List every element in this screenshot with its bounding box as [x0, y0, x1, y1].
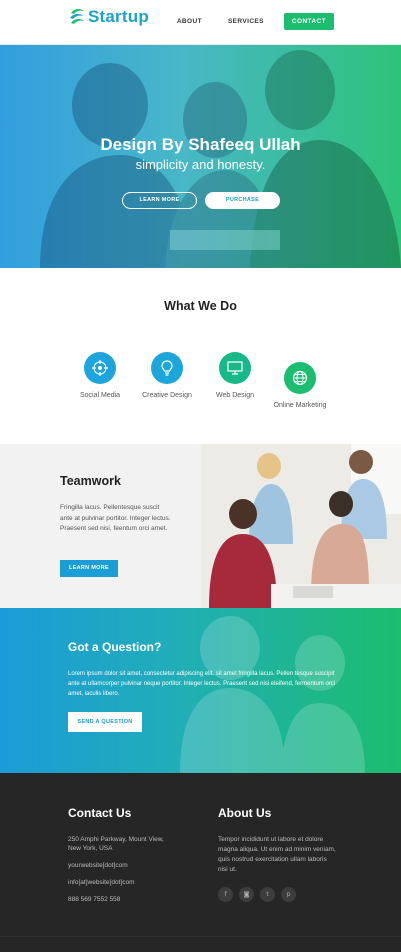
logo[interactable]: Startup [68, 6, 149, 28]
teamwork-section: Teamwork Fringilla lacus. Pellentesque s… [0, 444, 401, 608]
question-title: Got a Question? [68, 640, 162, 654]
facebook-icon[interactable]: f [218, 887, 233, 902]
twitter-icon[interactable]: t [260, 887, 275, 902]
purchase-button[interactable]: PURCHASE [205, 192, 280, 209]
team-photo [201, 444, 401, 608]
question-section: Got a Question? Lorem ipsum dolor sit am… [0, 608, 401, 773]
contact-details: 250 Amphi Parkway, Mount View, New York,… [68, 835, 178, 912]
teamwork-learn-more-button[interactable]: LEARN MORE [60, 560, 118, 577]
contact-phone: 888 569 7552 558 [68, 896, 121, 903]
contact-address: 250 Amphi Parkway, Mount View, New York,… [68, 836, 164, 852]
service-online-marketing[interactable]: Online Marketing [255, 362, 345, 409]
nav-services[interactable]: SERVICES [228, 18, 264, 25]
footer-divider [0, 936, 401, 937]
site-footer: Contact Us 250 Amphi Parkway, Mount View… [0, 773, 401, 952]
lightbulb-icon [151, 352, 183, 384]
site-header: Startup ABOUT SERVICES CONTACT [0, 0, 401, 45]
contact-website[interactable]: yourwebsite[dot]com [68, 861, 178, 870]
contact-title: Contact Us [68, 806, 132, 820]
section-title: What We Do [164, 299, 237, 313]
hero-subtitle: simplicity and honesty. [135, 157, 266, 172]
main-nav: ABOUT SERVICES CONTACT [151, 13, 334, 30]
send-question-button[interactable]: SEND A QUESTION [68, 712, 142, 732]
logo-text: Startup [88, 7, 149, 26]
learn-more-button[interactable]: LEARN MORE [122, 192, 197, 209]
logo-icon [70, 8, 84, 24]
contact-email[interactable]: info[at]website[dot]com [68, 878, 178, 887]
about-title: About Us [218, 806, 272, 820]
social-links: f ◙ t p [218, 887, 302, 902]
nav-about[interactable]: ABOUT [177, 18, 202, 25]
pinterest-icon[interactable]: p [281, 887, 296, 902]
nav-contact-button[interactable]: CONTACT [283, 13, 334, 30]
service-label: Online Marketing [273, 402, 327, 409]
what-we-do-section: What We Do Social Media Creative Design … [0, 268, 401, 444]
about-text: Tempor incididunt ut labore et dolore ma… [218, 836, 336, 873]
hero-section: Design By Shafeeq Ullah simplicity and h… [0, 45, 401, 268]
globe-icon [284, 362, 316, 394]
question-text: Lorem ipsum dolor sit amet, consectetur … [68, 671, 336, 697]
hero-title: Design By Shafeeq Ullah [100, 135, 301, 154]
teamwork-title: Teamwork [60, 474, 121, 488]
monitor-icon [219, 352, 251, 384]
instagram-icon[interactable]: ◙ [239, 887, 254, 902]
target-icon [84, 352, 116, 384]
teamwork-text: Fringilla lacus. Pellentesque suscit ant… [60, 504, 171, 532]
